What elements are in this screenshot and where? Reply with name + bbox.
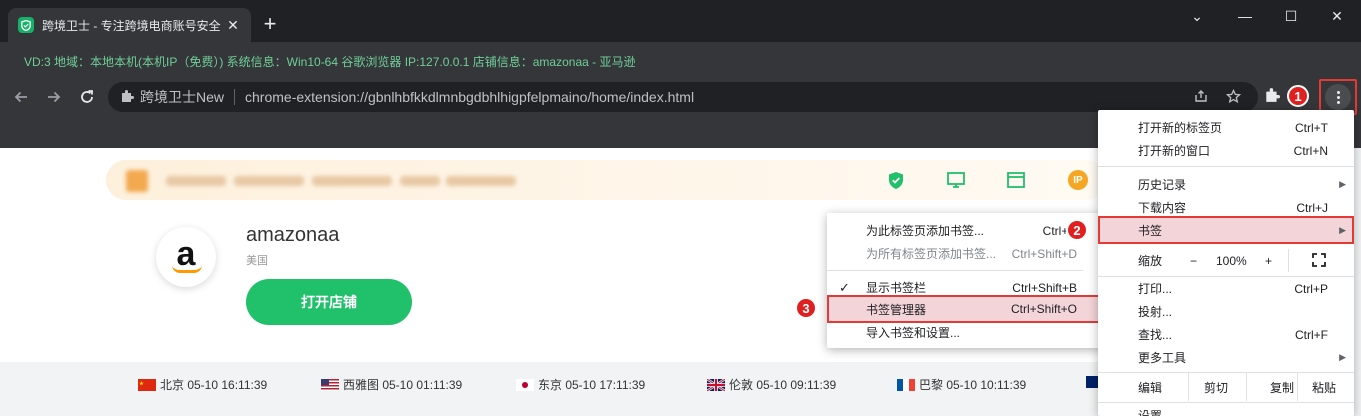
menu-item-history[interactable]: 历史记录 ▶ bbox=[1098, 173, 1354, 196]
zoom-level: 100% bbox=[1216, 253, 1247, 268]
address-bar[interactable]: 跨境卫士New chrome-extension://gbnlhbfkkdlmn… bbox=[108, 82, 1258, 112]
minimize-button[interactable]: — bbox=[1222, 4, 1268, 28]
omnibox-divider bbox=[234, 89, 236, 105]
step-badge-3: 3 bbox=[795, 297, 817, 319]
menu-item-zoom: 缩放 − 100% + bbox=[1098, 249, 1354, 272]
forward-arrow-icon[interactable] bbox=[43, 86, 65, 108]
security-shield-icon[interactable] bbox=[886, 170, 906, 190]
bookmark-star-icon[interactable] bbox=[1225, 88, 1242, 107]
url-text[interactable]: chrome-extension://gbnlhbfkkdlmnbgdbhlhi… bbox=[245, 89, 694, 105]
back-arrow-icon[interactable] bbox=[10, 86, 32, 108]
menu-item-bookmark-all-tabs[interactable]: 为所有标签页添加书签... Ctrl+Shift+D bbox=[827, 242, 1103, 265]
ip-icon[interactable]: IP bbox=[1068, 170, 1088, 190]
open-shop-button[interactable]: 打开店铺 bbox=[246, 279, 412, 325]
china-flag-icon bbox=[138, 378, 156, 391]
more-vertical-icon bbox=[1325, 84, 1351, 110]
menu-item-find[interactable]: 查找... Ctrl+F bbox=[1098, 323, 1354, 346]
share-icon[interactable] bbox=[1194, 89, 1208, 106]
clock-item: 东京 05-10 17:11:39 bbox=[516, 376, 645, 393]
amazon-logo: a bbox=[156, 227, 216, 287]
clock-item: 伦敦 05-10 09:11:39 bbox=[707, 376, 836, 393]
zoom-in-button[interactable]: + bbox=[1265, 254, 1272, 268]
menu-item-new-tab[interactable]: 打开新的标签页 Ctrl+T bbox=[1098, 116, 1354, 139]
menu-item-new-window[interactable]: 打开新的窗口 Ctrl+N bbox=[1098, 139, 1354, 162]
title-bar: 跨境卫士 - 专注跨境电商账号安全 ✕ + ⌄ — ☐ ✕ bbox=[0, 0, 1361, 42]
shield-icon bbox=[18, 17, 34, 33]
menu-item-edit: 编辑 剪切 复制 粘贴 bbox=[1098, 373, 1354, 401]
status-banner: IP bbox=[106, 160, 1106, 200]
blurred-text bbox=[312, 176, 392, 186]
amazon-smile-icon bbox=[172, 265, 202, 273]
clock-item: 北京 05-10 16:11:39 bbox=[138, 376, 267, 393]
tab-search-chevron-icon[interactable]: ⌄ bbox=[1174, 4, 1220, 28]
close-window-button[interactable]: ✕ bbox=[1314, 4, 1360, 28]
cut-button[interactable]: 剪切 bbox=[1204, 379, 1228, 396]
submenu-arrow-icon: ▶ bbox=[1339, 224, 1346, 235]
uk-flag-icon bbox=[707, 378, 725, 391]
menu-item-bookmarks[interactable]: 书签 ▶ bbox=[1098, 216, 1354, 244]
blurred-text bbox=[446, 176, 516, 186]
puzzle-icon bbox=[120, 89, 134, 106]
france-flag-icon bbox=[897, 378, 915, 391]
paste-button[interactable]: 粘贴 bbox=[1312, 379, 1336, 396]
blurred-text bbox=[400, 176, 440, 186]
menu-separator bbox=[1098, 402, 1354, 403]
checkmark-icon: ✓ bbox=[839, 279, 850, 295]
submenu-arrow-icon: ▶ bbox=[1339, 179, 1346, 189]
monitor-icon[interactable] bbox=[946, 170, 966, 190]
clock-item: 巴黎 05-10 10:11:39 bbox=[897, 376, 1026, 393]
site-name: 跨境卫士New bbox=[140, 89, 225, 105]
browser-tab[interactable]: 跨境卫士 - 专注跨境电商账号安全 ✕ bbox=[8, 8, 251, 42]
menu-separator bbox=[1098, 372, 1354, 373]
submenu-arrow-icon: ▶ bbox=[1339, 352, 1346, 362]
reload-icon[interactable] bbox=[76, 86, 98, 108]
menu-item-import-bookmarks[interactable]: 导入书签和设置... bbox=[827, 321, 1103, 344]
menu-separator bbox=[827, 270, 1083, 271]
menu-item-more-tools[interactable]: 更多工具 ▶ bbox=[1098, 346, 1354, 369]
blurred-text bbox=[234, 176, 304, 186]
bookmarks-submenu: 为此标签页添加书签... Ctrl+D 为所有标签页添加书签... Ctrl+S… bbox=[827, 213, 1103, 348]
clock-item: 西雅图 05-10 01:11:39 bbox=[321, 376, 462, 393]
step-badge-2: 2 bbox=[1066, 219, 1088, 241]
tab-title: 跨境卫士 - 专注跨境电商账号安全 bbox=[42, 18, 221, 33]
blurred-avatar bbox=[126, 170, 148, 192]
step-badge-1: 1 bbox=[1287, 85, 1309, 107]
usa-flag-icon bbox=[321, 378, 339, 391]
chrome-main-menu: 打开新的标签页 Ctrl+T 打开新的窗口 Ctrl+N 历史记录 ▶ 下载内容… bbox=[1098, 110, 1354, 416]
shop-region: 美国 bbox=[246, 255, 268, 267]
fullscreen-icon[interactable] bbox=[1312, 253, 1326, 270]
japan-flag-icon bbox=[516, 378, 534, 391]
shop-name: amazonaa bbox=[246, 224, 340, 246]
browser-window-icon[interactable] bbox=[1006, 170, 1026, 190]
copy-button[interactable]: 复制 bbox=[1270, 379, 1294, 396]
extensions-puzzle-icon[interactable] bbox=[1264, 87, 1280, 107]
menu-item-print[interactable]: 打印... Ctrl+P bbox=[1098, 277, 1354, 300]
menu-item-bookmark-this-tab[interactable]: 为此标签页添加书签... Ctrl+D bbox=[827, 219, 1103, 242]
maximize-button[interactable]: ☐ bbox=[1268, 4, 1314, 28]
menu-separator bbox=[1098, 166, 1354, 167]
zoom-out-button[interactable]: − bbox=[1190, 254, 1197, 268]
environment-info-text: VD:3 地域：本地本机(本机IP（免费）) 系统信息：Win10-64 谷歌浏… bbox=[24, 55, 636, 69]
tab-close-icon[interactable]: ✕ bbox=[225, 17, 241, 34]
blurred-text bbox=[166, 176, 226, 186]
environment-info-bar: VD:3 地域：本地本机(本机IP（免费）) 系统信息：Win10-64 谷歌浏… bbox=[0, 42, 1361, 78]
menu-item-cast[interactable]: 投射... bbox=[1098, 300, 1354, 323]
menu-item-bookmark-manager[interactable]: 书签管理器 Ctrl+Shift+O bbox=[827, 295, 1103, 323]
new-tab-button[interactable]: + bbox=[258, 12, 282, 36]
menu-item-settings[interactable]: 设置 bbox=[1098, 404, 1354, 416]
